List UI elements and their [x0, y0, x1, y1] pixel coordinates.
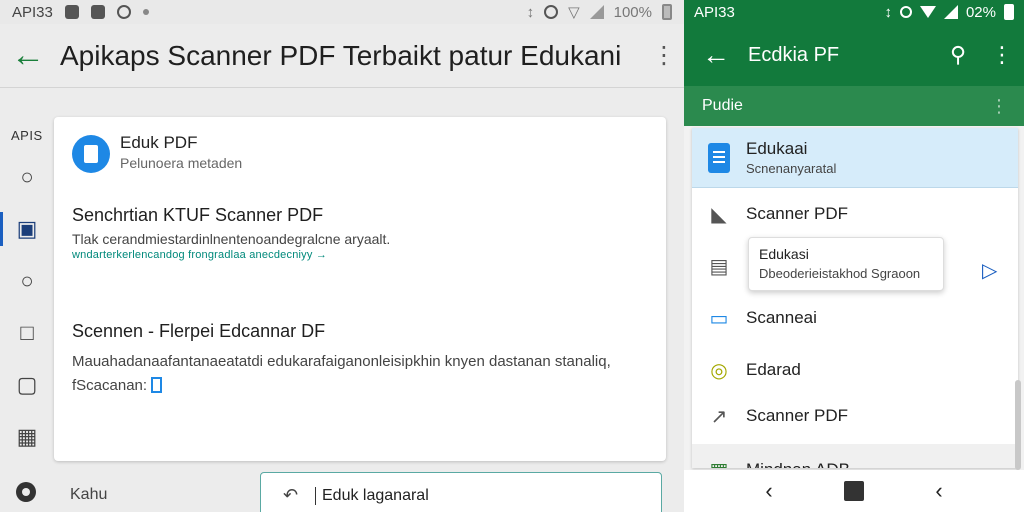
search-icon[interactable]: ⚲ [936, 42, 980, 68]
spreadsheet-icon: ▦ [692, 458, 746, 469]
list-item-title: Edukaai [746, 139, 808, 158]
app-subtitle: Pelunoera metaden [120, 155, 243, 171]
api-label: API33 [12, 3, 53, 21]
list-item-label: Edarad [746, 360, 801, 379]
battery-icon [1004, 4, 1014, 20]
app-bar-right: ← Ecdkia PF ⚲ ⋮ [684, 24, 1024, 86]
back-arrow-icon[interactable]: ← [0, 36, 56, 75]
list-item[interactable]: ◎ Edarad [692, 344, 1018, 396]
search-input[interactable]: ↶ Eduk laganaral [260, 472, 662, 512]
file-list: Edukaai Scnenanyaratal ◣ Scanner PDF ▤ ▭… [692, 128, 1018, 468]
wifi-icon: ▽ [568, 4, 580, 21]
document-app-icon [72, 135, 110, 173]
image-icon: ▭ [709, 307, 729, 330]
battery-label: 100% [613, 3, 652, 21]
more-vert-icon[interactable]: ⋮ [644, 41, 684, 70]
list-item-label: Scanner PDF [746, 204, 849, 223]
location-icon[interactable]: ○ [12, 266, 42, 296]
page-title-right: Ecdkia PF [748, 43, 840, 66]
back-arrow-icon[interactable]: ← [684, 39, 748, 71]
edit-icon[interactable] [151, 377, 163, 393]
briefcase-icon[interactable]: □ [12, 318, 42, 348]
back-icon[interactable]: ↶ [283, 485, 298, 506]
popup-title: Edukasi [759, 246, 809, 262]
play-icon[interactable]: ▷ [982, 258, 997, 283]
system-nav-bar: ‹ ‹ [684, 470, 1024, 512]
recents-nav-icon[interactable]: ‹ [924, 478, 954, 504]
content-card: Eduk PDF Pelunoera metaden Senchrtian KT… [54, 117, 666, 461]
more-vert-icon[interactable]: ⋮ [990, 96, 1008, 117]
section-text-3: fScacanan: [72, 377, 163, 394]
rail-label: APIS [11, 128, 43, 143]
scanner-icon: ◣ [711, 203, 727, 226]
section-link[interactable]: wndarterkerlencandog frongradlaa anecdec… [72, 249, 327, 261]
more-vert-icon[interactable]: ⋮ [980, 42, 1024, 68]
navigation-rail: APIS ○ ▣ ○ □ ▢ ▦ [0, 118, 54, 512]
list-item[interactable]: ◣ Scanner PDF [692, 188, 1018, 240]
vibrate-icon: ↕ [884, 3, 892, 21]
settings-icon [64, 5, 79, 19]
section-text-3-label: fScacanan: [72, 377, 148, 394]
list-item-label: Scanner PDF [746, 406, 849, 425]
wifi-icon [919, 6, 936, 18]
status-bar: API33 ↕ ▽ 100% [0, 0, 684, 24]
left-pane: API33 ↕ ▽ 100% ← Apikaps Scanner PDF Ter… [0, 0, 684, 512]
list-item[interactable]: ▭ Scanneai [692, 292, 1018, 344]
battery-icon [662, 4, 672, 20]
section-title-2: Scennen - Flerpei Edcannar DF [72, 321, 326, 341]
sub-header-title: Pudie [702, 97, 743, 114]
download-box-icon[interactable]: ▢ [12, 370, 42, 400]
signal-icon [943, 5, 958, 19]
home-nav-icon[interactable] [844, 481, 864, 501]
list-item-label: Scanneai [746, 308, 817, 327]
bottom-bar: Kahu ↶ Eduk laganaral [0, 468, 684, 512]
info-box-icon[interactable]: ▣ [0, 212, 42, 246]
app-notification-icon [90, 5, 105, 19]
section-text-2: Mauahadanaafantanaeatatdi edukarafaigano… [72, 353, 611, 370]
calculator-icon: ▤ [709, 255, 729, 278]
sync-icon [116, 5, 131, 19]
sub-header: Pudie ⋮ [684, 86, 1024, 126]
list-item-subtitle: Scnenanyaratal [746, 161, 837, 176]
list-item[interactable]: ↗ Scanner PDF [692, 390, 1018, 442]
tooltip-popup: Edukasi Dbeoderieistakhod Sgraoon [748, 237, 944, 291]
dot-icon [142, 9, 149, 15]
settings-icon[interactable] [16, 482, 36, 502]
scrollbar[interactable] [1015, 380, 1021, 470]
back-nav-icon[interactable]: ‹ [754, 478, 784, 504]
app-name: Eduk PDF [120, 133, 198, 152]
list-item-selected[interactable]: Edukaai Scnenanyaratal [692, 128, 1018, 188]
battery-label-right: 02% [965, 3, 996, 21]
app-bar: ← Apikaps Scanner PDF Terbaikt patur Edu… [0, 24, 684, 88]
grid-icon[interactable]: ▦ [12, 422, 42, 452]
page-title: Apikaps Scanner PDF Terbaikt patur Eduka… [60, 39, 622, 71]
section-title: Senchrtian KTUF Scanner PDF [72, 205, 324, 225]
list-item[interactable]: ▦ Mindnan ADB [692, 444, 1018, 468]
document-icon [692, 142, 746, 173]
vibrate-icon: ↕ [526, 3, 535, 21]
search-input-value[interactable]: Eduk laganaral [315, 487, 429, 505]
bottom-label: Kahu [70, 486, 108, 503]
share-icon: ↗ [710, 405, 728, 428]
drop-icon[interactable]: ○ [12, 162, 42, 192]
section-text: Tlak cerandmiestardinlnentenoandegralcne… [72, 231, 391, 247]
status-bar-right: API33 ↕ 02% [684, 0, 1024, 24]
api-label-right: API33 [694, 3, 735, 21]
alarm-icon [899, 6, 912, 18]
signal-icon [589, 5, 604, 19]
list-item-label: Mindnan ADB [746, 460, 850, 468]
right-pane: API33 ↕ 02% ← Ecdkia PF ⚲ ⋮ Pudie ⋮ Eduk… [684, 0, 1024, 512]
alarm-icon [544, 5, 559, 19]
popup-subtitle: Dbeoderieistakhod Sgraoon [759, 266, 921, 281]
check-circle-icon: ◎ [710, 359, 728, 382]
